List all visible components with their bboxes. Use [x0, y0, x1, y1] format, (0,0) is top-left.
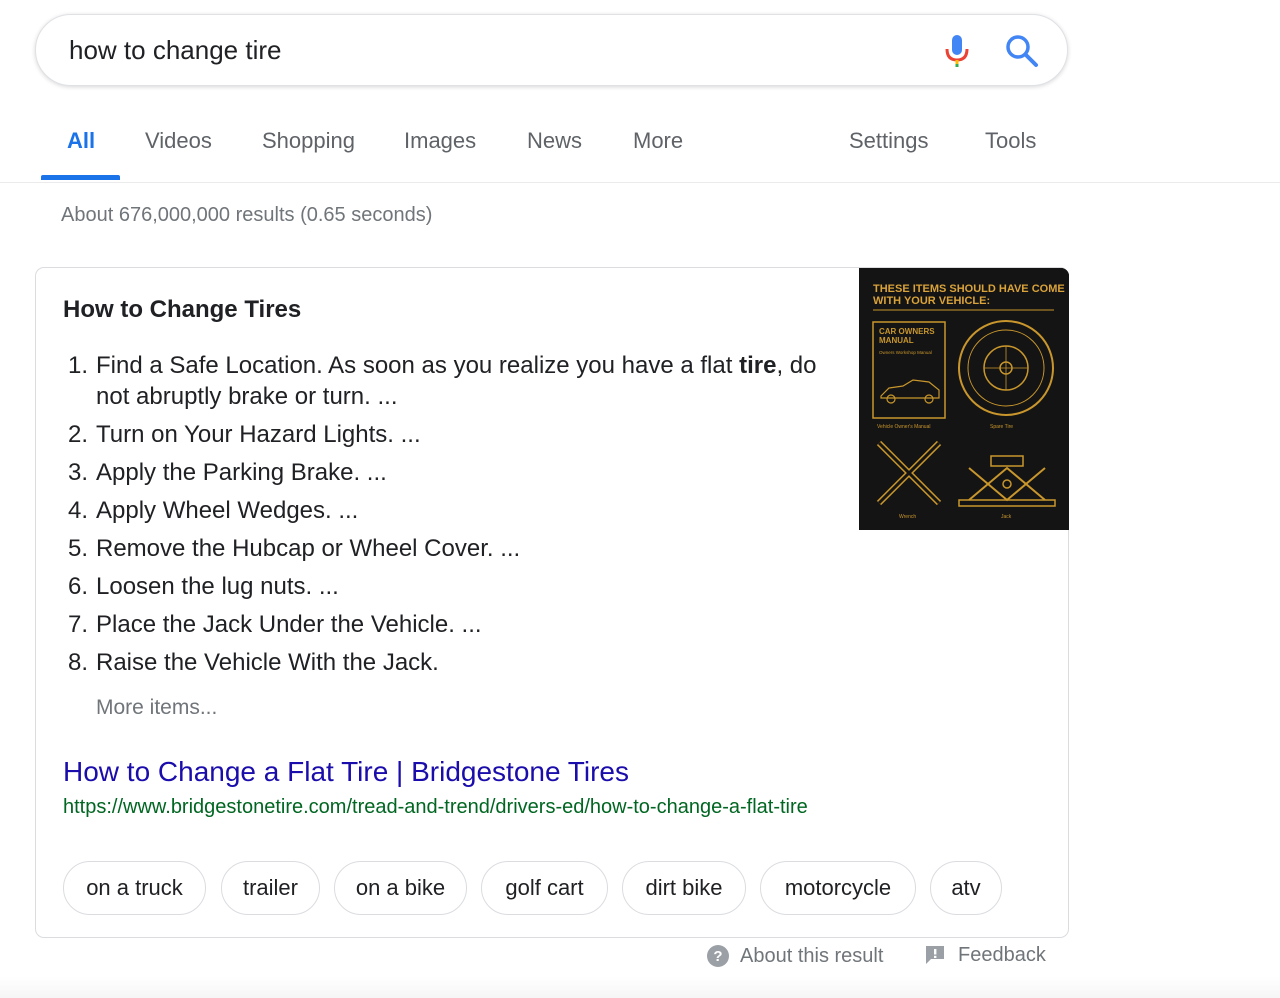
- manual-line-2: MANUAL: [879, 336, 914, 345]
- page-bottom-edge: [0, 976, 1280, 998]
- thumb-heading-1: THESE ITEMS SHOULD HAVE COME: [873, 283, 1065, 295]
- step-text: Remove the Hubcap or Wheel Cover. ...: [96, 535, 521, 562]
- list-item: 7. Place the Jack Under the Vehicle. ...: [63, 609, 823, 640]
- step-number: 6.: [68, 573, 89, 600]
- list-item: 3. Apply the Parking Brake. ...: [63, 457, 823, 488]
- result-title-link[interactable]: How to Change a Flat Tire | Bridgestone …: [63, 756, 629, 788]
- step-text: Raise the Vehicle With the Jack.: [96, 649, 439, 676]
- step-text: Place the Jack Under the Vehicle. ...: [96, 611, 482, 638]
- step-number: 8.: [68, 649, 89, 676]
- mic-icon[interactable]: [941, 33, 973, 69]
- step-number: 1.: [68, 352, 89, 379]
- step-number: 4.: [68, 497, 89, 524]
- step-number: 3.: [68, 459, 89, 486]
- more-items-link[interactable]: More items...: [96, 696, 217, 720]
- snippet-title: How to Change Tires: [63, 296, 302, 323]
- tab-news[interactable]: News: [527, 128, 582, 154]
- search-icon[interactable]: [1004, 33, 1040, 69]
- manual-line-1: CAR OWNERS: [879, 327, 935, 336]
- step-text: Apply the Parking Brake. ...: [96, 459, 387, 486]
- step-bold-keyword: tire: [739, 352, 777, 379]
- thumb-heading-2: WITH YOUR VEHICLE:: [873, 295, 990, 307]
- tire-caption: Spare Tire: [990, 424, 1013, 430]
- snippet-thumbnail[interactable]: THESE ITEMS SHOULD HAVE COME WITH YOUR V…: [859, 268, 1069, 530]
- tab-images[interactable]: Images: [404, 128, 476, 154]
- feedback-label: Feedback: [958, 944, 1046, 966]
- chip-motorcycle[interactable]: motorcycle: [760, 861, 916, 915]
- step-number: 2.: [68, 421, 89, 448]
- chip-golf-cart[interactable]: golf cart: [481, 861, 608, 915]
- featured-snippet: How to Change Tires 1. Find a Safe Locati…: [35, 267, 1069, 938]
- steps-list: 1. Find a Safe Location. As soon as you r…: [63, 350, 823, 685]
- manual-caption: Vehicle Owner's Manual: [877, 424, 930, 430]
- search-box: [35, 14, 1068, 86]
- help-circle-icon: ?: [707, 945, 729, 967]
- manual-subtitle: Owners Workshop Manual: [879, 350, 932, 355]
- chip-dirt-bike[interactable]: dirt bike: [622, 861, 746, 915]
- wrench-caption: Wrench: [899, 514, 916, 520]
- search-tabs: All Videos Shopping Images News More Set…: [0, 110, 1280, 183]
- list-item: 1. Find a Safe Location. As soon as you r…: [63, 350, 823, 412]
- list-item: 4. Apply Wheel Wedges. ...: [63, 495, 823, 526]
- chip-on-a-truck[interactable]: on a truck: [63, 861, 206, 915]
- active-tab-indicator: [41, 175, 120, 180]
- svg-text:?: ?: [713, 948, 722, 965]
- about-this-result-label: About this result: [740, 945, 884, 967]
- result-stats: About 676,000,000 results (0.65 seconds): [61, 204, 433, 226]
- list-item: 2. Turn on Your Hazard Lights. ...: [63, 419, 823, 450]
- feedback-link[interactable]: Feedback: [924, 944, 1046, 967]
- tab-settings[interactable]: Settings: [849, 128, 929, 154]
- list-item: 8. Raise the Vehicle With the Jack.: [63, 647, 823, 678]
- list-item: 6. Loosen the lug nuts. ...: [63, 571, 823, 602]
- tab-videos[interactable]: Videos: [145, 128, 212, 154]
- step-text: Find a Safe Location. As soon as you rea…: [96, 352, 740, 379]
- step-text: Loosen the lug nuts. ...: [96, 573, 339, 600]
- step-text: Apply Wheel Wedges. ...: [96, 497, 359, 524]
- feedback-icon: [926, 946, 944, 964]
- chip-trailer[interactable]: trailer: [221, 861, 320, 915]
- tab-all[interactable]: All: [67, 128, 95, 154]
- step-number: 5.: [68, 535, 89, 562]
- tab-shopping[interactable]: Shopping: [262, 128, 355, 154]
- chip-atv[interactable]: atv: [930, 861, 1002, 915]
- tab-more[interactable]: More: [633, 128, 683, 154]
- step-number: 7.: [68, 611, 89, 638]
- chip-on-a-bike[interactable]: on a bike: [334, 861, 467, 915]
- tab-tools[interactable]: Tools: [985, 128, 1036, 154]
- result-url: https://www.bridgestonetire.com/tread-an…: [63, 796, 808, 818]
- step-text: Turn on Your Hazard Lights. ...: [96, 421, 421, 448]
- about-this-result-link[interactable]: ? About this result: [706, 944, 883, 968]
- search-input[interactable]: [69, 29, 889, 71]
- jack-caption: Jack: [1001, 514, 1012, 520]
- list-item: 5. Remove the Hubcap or Wheel Cover. ...: [63, 533, 823, 564]
